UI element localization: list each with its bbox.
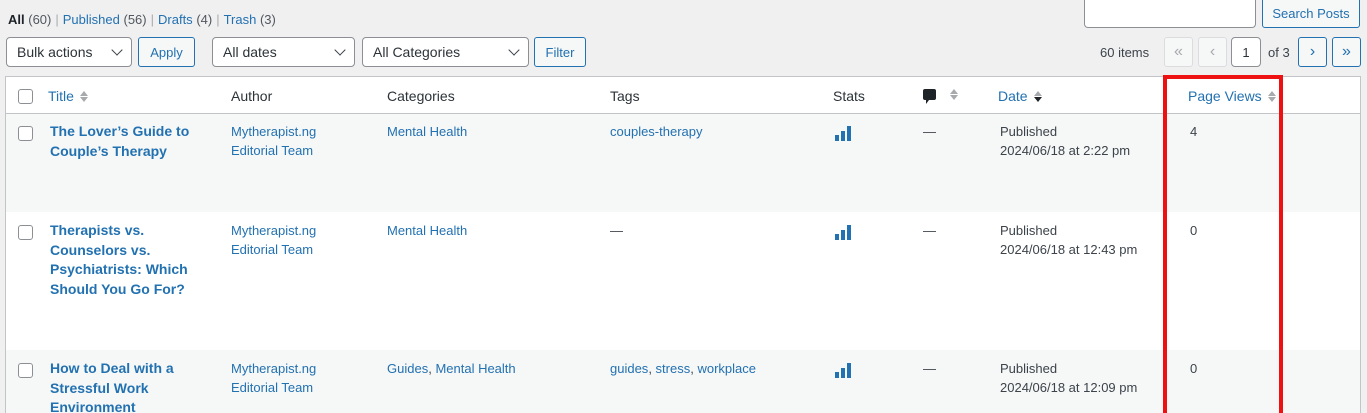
prev-page-button: ‹ (1198, 37, 1227, 67)
author-link[interactable]: Mytherapist.ng Editorial Team (231, 221, 351, 259)
column-page-views[interactable]: Page Views (1188, 88, 1276, 104)
table-row: Therapists vs. Counselors vs. Psychiatrist… (6, 212, 1360, 350)
dates-value: All dates (223, 44, 277, 60)
post-title-link[interactable]: How to Deal with a Stressful Work Environm… (50, 359, 210, 413)
post-title-link[interactable]: The Lover’s Guide to Couple’s Therapy (50, 122, 210, 161)
post-status-views: All (60) | Published (56) | Drafts (4) | Trash… (8, 12, 276, 27)
page-views-value: 0 (1190, 361, 1198, 376)
sort-icon (1267, 90, 1276, 102)
tag-link[interactable]: couples-therapy (610, 122, 703, 141)
table-header: Title Author Categories Tags Stats Date … (6, 77, 1360, 114)
page-views-value: 0 (1190, 223, 1198, 238)
total-pages: of 3 (1268, 45, 1290, 60)
view-published[interactable]: Published (56) (63, 12, 147, 27)
author-link[interactable]: Mytherapist.ng Editorial Team (231, 122, 351, 160)
current-page-input[interactable]: 1 (1231, 37, 1261, 67)
last-page-button[interactable]: » (1332, 37, 1361, 67)
author-link[interactable]: Mytherapist.ng Editorial Team (231, 359, 351, 397)
column-categories: Categories (387, 88, 455, 104)
comments-count: — (923, 361, 936, 376)
tags-list: guides, stress, workplace (610, 361, 756, 376)
post-title-link[interactable]: Therapists vs. Counselors vs. Psychiatrist… (50, 221, 210, 299)
column-title[interactable]: Title (48, 88, 88, 104)
tag-link[interactable]: workplace (697, 361, 756, 376)
tag-link[interactable]: stress (656, 361, 691, 376)
category-link[interactable]: Guides (387, 361, 428, 376)
tags-empty: — (610, 223, 623, 238)
column-stats: Stats (833, 88, 865, 104)
dates-select[interactable]: All dates (212, 37, 355, 67)
stats-bars-icon[interactable] (835, 125, 852, 141)
select-all-checkbox[interactable] (18, 89, 33, 104)
apply-button[interactable]: Apply (138, 37, 195, 67)
sort-icon (79, 90, 88, 102)
categories-select[interactable]: All Categories (362, 37, 529, 67)
bulk-actions-value: Bulk actions (17, 44, 93, 60)
category-link[interactable]: Mental Health (435, 361, 515, 376)
stats-bars-icon[interactable] (835, 224, 852, 240)
post-date: Published 2024/06/18 at 12:43 pm (1000, 223, 1138, 257)
column-author: Author (231, 88, 273, 104)
row-checkbox[interactable] (18, 126, 33, 141)
bulk-actions-select[interactable]: Bulk actions (6, 37, 132, 67)
column-tags: Tags (610, 88, 640, 104)
column-date[interactable]: Date (998, 88, 1042, 104)
search-input[interactable] (1084, 0, 1256, 28)
comment-bubble-icon (923, 89, 936, 104)
categories-list: Guides, Mental Health (387, 361, 516, 376)
first-page-button: « (1164, 37, 1193, 67)
table-row: How to Deal with a Stressful Work Environm… (6, 350, 1360, 413)
comments-count: — (923, 124, 936, 139)
items-count: 60 items (1100, 45, 1150, 60)
tag-link[interactable]: guides (610, 361, 648, 376)
category-link[interactable]: Mental Health (387, 221, 467, 240)
sort-icon (1033, 90, 1042, 102)
posts-table: Title Author Categories Tags Stats Date … (5, 76, 1361, 413)
chevron-down-icon (508, 44, 520, 56)
next-page-button[interactable]: › (1298, 37, 1327, 67)
table-row: The Lover’s Guide to Couple’s Therapy Myt… (6, 114, 1360, 212)
categories-value: All Categories (373, 44, 461, 60)
filter-button[interactable]: Filter (534, 37, 586, 67)
category-link[interactable]: Mental Health (387, 122, 467, 141)
sort-icon (950, 89, 958, 100)
view-drafts[interactable]: Drafts (4) (158, 12, 212, 27)
column-comments[interactable] (923, 89, 958, 104)
view-trash[interactable]: Trash (3) (224, 12, 276, 27)
chevron-down-icon (111, 44, 123, 56)
search-posts-button[interactable]: Search Posts (1262, 0, 1360, 28)
row-checkbox[interactable] (18, 363, 33, 378)
row-checkbox[interactable] (18, 225, 33, 240)
comments-count: — (923, 223, 936, 238)
view-all[interactable]: All (60) (8, 12, 51, 27)
stats-bars-icon[interactable] (835, 362, 852, 378)
page-views-value: 4 (1190, 124, 1198, 139)
chevron-down-icon (334, 44, 346, 56)
post-date: Published 2024/06/18 at 2:22 pm (1000, 124, 1131, 158)
post-date: Published 2024/06/18 at 12:09 pm (1000, 361, 1138, 395)
